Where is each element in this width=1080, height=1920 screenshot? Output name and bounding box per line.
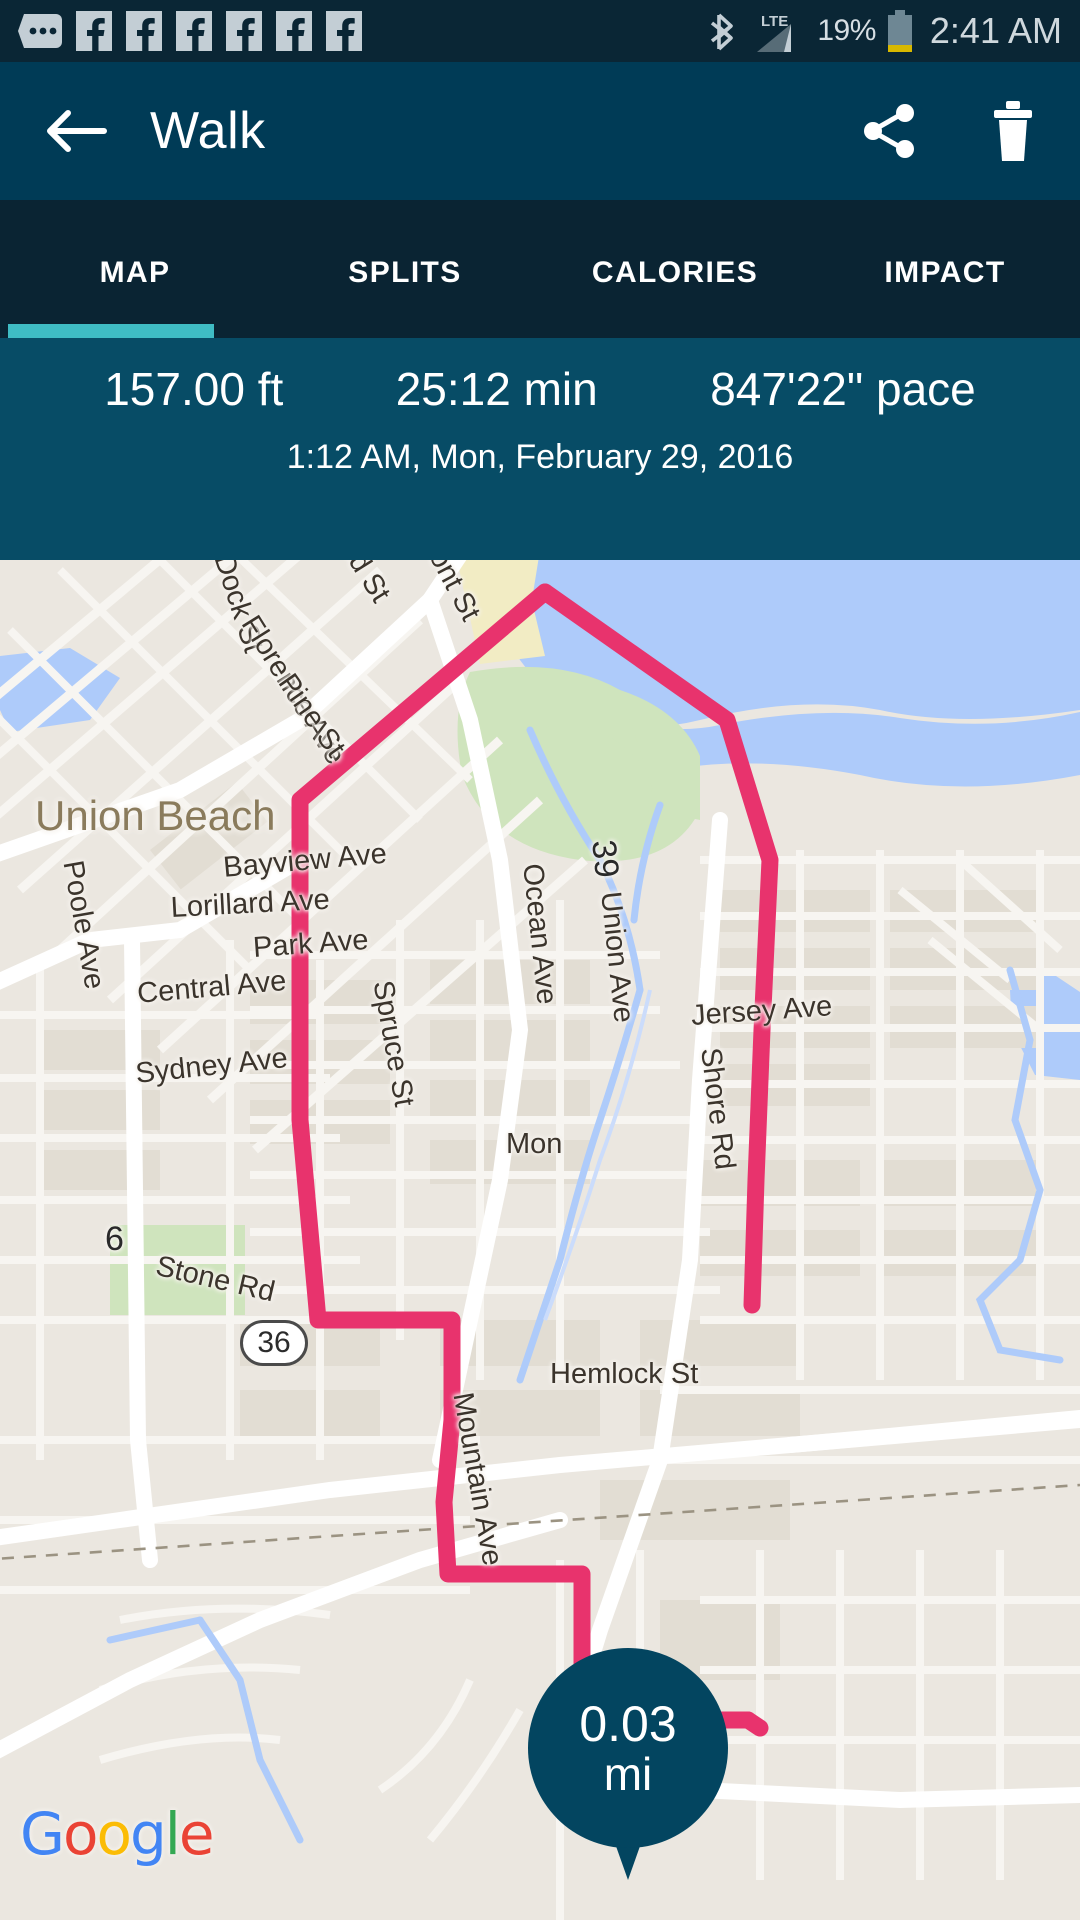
map-highway-shield: 36 [240, 1320, 308, 1366]
screen-root: LTE 19% 2:41 AM Walk [0, 0, 1080, 1920]
tab-active-indicator [8, 324, 214, 338]
tab-impact[interactable]: IMPACT [810, 256, 1080, 324]
status-notification-icons [18, 11, 362, 51]
marker-distance-value: 0.03 [579, 1698, 676, 1751]
status-bar: LTE 19% 2:41 AM [0, 0, 1080, 62]
battery-icon [888, 10, 912, 52]
svg-text:LTE: LTE [761, 13, 788, 30]
facebook-icon [226, 11, 262, 51]
share-icon[interactable] [862, 103, 918, 159]
marker-distance-unit: mi [604, 1750, 653, 1798]
facebook-icon [76, 11, 112, 51]
page-title: Walk [150, 101, 266, 161]
distance-marker[interactable]: 0.03 mi [528, 1648, 728, 1878]
stats-metrics-row: 157.00 ft 25:12 min 847'22" pace [0, 362, 1080, 416]
lte-signal-icon: LTE [753, 10, 805, 52]
stat-datetime: 1:12 AM, Mon, February 29, 2016 [0, 438, 1080, 477]
messaging-dots-icon [18, 14, 62, 48]
bluetooth-icon [709, 11, 741, 51]
marker-bubble: 0.03 mi [528, 1648, 728, 1848]
tab-calories[interactable]: CALORIES [540, 256, 810, 324]
status-clock: 2:41 AM [930, 10, 1062, 52]
tab-bar: MAP SPLITS CALORIES IMPACT [0, 200, 1080, 338]
stat-distance: 157.00 ft [104, 362, 283, 416]
battery-percent-label: 19% [817, 14, 876, 48]
facebook-icon [176, 11, 212, 51]
tab-list: MAP SPLITS CALORIES IMPACT [0, 200, 1080, 324]
stat-pace: 847'22" pace [710, 362, 976, 416]
facebook-icon [326, 11, 362, 51]
app-bar: Walk [0, 62, 1080, 200]
app-bar-actions [862, 101, 1036, 161]
facebook-icon [126, 11, 162, 51]
google-logo: Google [20, 1800, 213, 1868]
facebook-icon [276, 11, 312, 51]
status-system-icons: LTE 19% 2:41 AM [709, 10, 1062, 52]
back-arrow-icon[interactable] [44, 103, 108, 159]
stat-duration: 25:12 min [396, 362, 598, 416]
tab-indicator-row [0, 324, 1080, 338]
stats-summary-bar: 157.00 ft 25:12 min 847'22" pace 1:12 AM… [0, 338, 1080, 560]
tab-map[interactable]: MAP [0, 256, 270, 324]
trash-icon[interactable] [990, 101, 1036, 161]
route-map[interactable]: Dock St Florence Ave 2nd St Front St Pin… [0, 560, 1080, 1920]
tab-splits[interactable]: SPLITS [270, 256, 540, 324]
